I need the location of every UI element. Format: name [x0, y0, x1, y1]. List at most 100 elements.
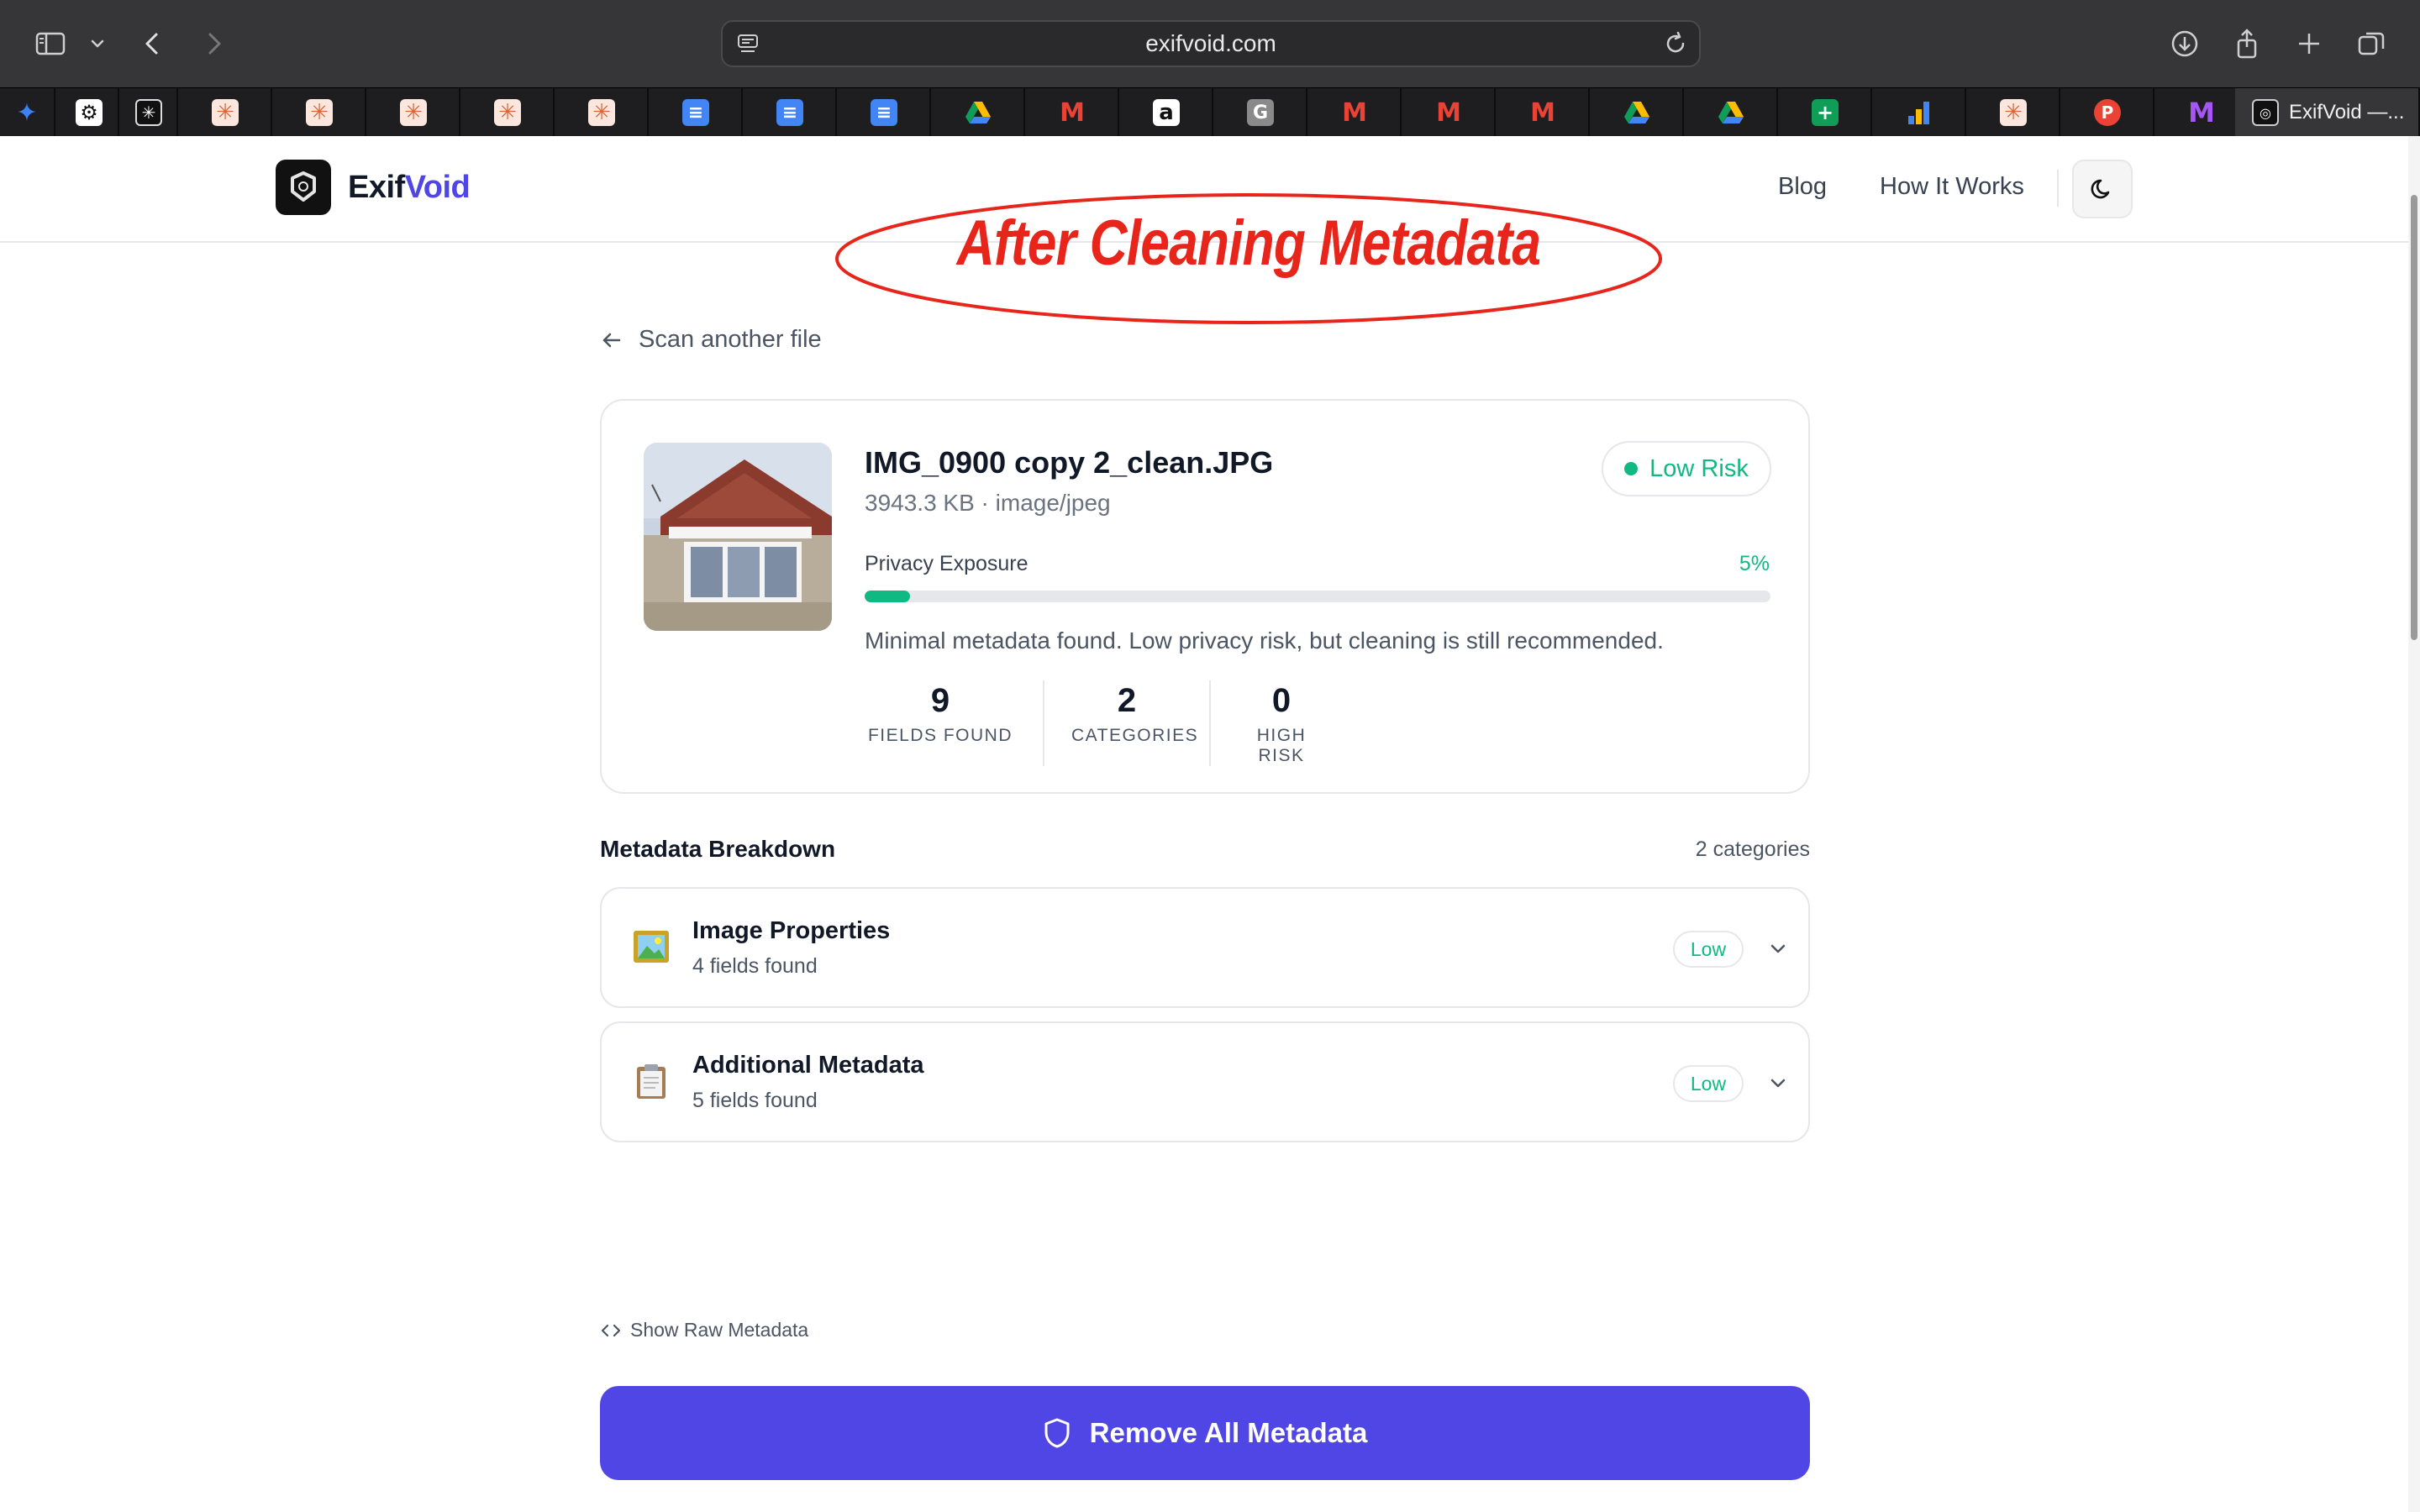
gmail-icon: M: [1060, 97, 1085, 128]
chevron-down-icon[interactable]: [1765, 1070, 1791, 1097]
active-tab-title: ExifVoid —...: [2289, 101, 2405, 123]
drive-icon: [1623, 99, 1650, 126]
tab-sheets[interactable]: +: [1780, 88, 1872, 137]
amazon-icon: a: [1153, 99, 1180, 126]
perplexity-icon: ✳: [135, 99, 162, 126]
annotation-text: After Cleaning Metadata: [956, 207, 1541, 279]
chevron-down-icon[interactable]: [1765, 936, 1791, 963]
remove-all-metadata-label: Remove All Metadata: [1089, 1417, 1368, 1448]
privacy-exposure-bar: [865, 591, 1770, 602]
scan-another-file-label: Scan another file: [639, 326, 822, 353]
chevron-down-icon[interactable]: [81, 25, 114, 62]
risk-description: Minimal metadata found. Low privacy risk…: [865, 627, 1664, 654]
theme-toggle-button[interactable]: [2072, 160, 2133, 218]
file-name: IMG_0900 copy 2_clean.JPG: [865, 445, 1274, 480]
tab-docs-1[interactable]: ≡: [650, 88, 743, 137]
tab-gmail-2[interactable]: M: [1309, 88, 1402, 137]
docs-icon: ≡: [871, 99, 897, 126]
claude-icon: ✳: [306, 99, 333, 126]
stat-label: CATEGORIES: [1071, 726, 1199, 745]
file-size-type: 3943.3 KB · image/jpeg: [865, 490, 1111, 516]
openai-icon: ⚙: [76, 99, 103, 126]
picture-icon: [634, 931, 669, 963]
tab-gmail-1[interactable]: M: [1027, 88, 1119, 137]
gmail-icon: M: [1530, 97, 1555, 128]
stat-value: 9: [930, 682, 950, 719]
status-dot-icon: [1624, 462, 1639, 475]
address-bar[interactable]: exifvoid.com: [721, 20, 1701, 67]
share-icon[interactable]: [2228, 25, 2265, 62]
privacy-exposure-percent: 5%: [1739, 552, 1770, 575]
tab-producthunt[interactable]: P: [2062, 88, 2154, 137]
tab-drive-2[interactable]: [1591, 88, 1684, 137]
tab-claude-6[interactable]: ✳: [1968, 88, 2060, 137]
code-icon: [601, 1324, 621, 1336]
claude-icon: ✳: [212, 99, 239, 126]
category-risk-badge: Low: [1673, 1065, 1744, 1102]
tab-strip: ✦ ⚙ ✳ ✳ ✳ ✳ ✳ ✳ ≡ ≡ ≡ M a G M M M + ✳ P …: [0, 87, 2420, 137]
show-raw-metadata-link[interactable]: Show Raw Metadata: [600, 1319, 808, 1341]
tab-exifvoid-active[interactable]: ◎ ExifVoid —...: [2235, 88, 2420, 137]
remove-all-metadata-button[interactable]: Remove All Metadata: [600, 1386, 1810, 1480]
file-thumbnail: [644, 443, 832, 631]
tab-grammarly[interactable]: G: [1215, 88, 1307, 137]
tab-openai[interactable]: ⚙: [60, 88, 119, 137]
tab-sparkle[interactable]: ✦: [0, 88, 55, 137]
tab-perplexity[interactable]: ✳: [121, 88, 178, 137]
url-text[interactable]: exifvoid.com: [723, 22, 1699, 66]
page-scrollbar[interactable]: [2408, 136, 2420, 1512]
analytics-icon: [1906, 99, 1933, 126]
tab-drive-3[interactable]: [1686, 88, 1778, 137]
metadata-breakdown-count: 2 categories: [1695, 837, 1810, 861]
downloads-icon[interactable]: [2166, 25, 2203, 62]
scrollbar-thumb[interactable]: [2411, 195, 2417, 640]
producthunt-icon: P: [2094, 99, 2121, 126]
claude-icon: ✳: [400, 99, 427, 126]
nav-how-it-works-link[interactable]: How It Works: [1880, 173, 2024, 201]
tab-analytics[interactable]: [1874, 88, 1966, 137]
docs-icon: ≡: [776, 99, 803, 126]
nav-blog-link[interactable]: Blog: [1778, 173, 1827, 201]
moon-icon: [2091, 179, 2110, 199]
drive-icon: [965, 99, 992, 126]
claude-icon: ✳: [494, 99, 521, 126]
forward-arrow-icon[interactable]: [195, 25, 232, 62]
stats-row: 9 FIELDS FOUND 2 CATEGORIES 0 HIGH RISK: [865, 680, 1352, 766]
risk-label: Low Risk: [1649, 454, 1749, 482]
gmail-icon: M: [1342, 97, 1367, 128]
monday-icon: M: [2188, 97, 2215, 129]
claude-icon: ✳: [2000, 99, 2027, 126]
tab-drive-1[interactable]: [933, 88, 1025, 137]
tab-gmail-4[interactable]: M: [1497, 88, 1590, 137]
category-image-properties[interactable]: Image Properties 4 fields found Low: [600, 887, 1810, 1008]
clipboard-icon: [637, 1064, 666, 1099]
tab-claude-4[interactable]: ✳: [462, 88, 555, 137]
exifvoid-logo-icon[interactable]: [276, 160, 331, 215]
claude-icon: ✳: [588, 99, 615, 126]
tab-gmail-3[interactable]: M: [1403, 88, 1496, 137]
scan-another-file-link[interactable]: Scan another file: [600, 326, 822, 354]
risk-badge: Low Risk: [1602, 441, 1771, 496]
drive-icon: [1718, 99, 1744, 126]
tab-claude-3[interactable]: ✳: [368, 88, 460, 137]
brand-name-part2: Void: [404, 170, 471, 205]
tab-docs-2[interactable]: ≡: [744, 88, 837, 137]
category-name: Additional Metadata: [692, 1052, 924, 1079]
arrow-left-icon: [602, 333, 621, 347]
tab-claude-2[interactable]: ✳: [274, 88, 366, 137]
new-tab-icon[interactable]: [2291, 25, 2328, 62]
privacy-exposure-label: Privacy Exposure: [865, 552, 1028, 575]
sidebar-toggle-icon[interactable]: [32, 25, 69, 62]
back-arrow-icon[interactable]: [134, 25, 171, 62]
page-content: ExifVoid Blog How It Works After Cleanin…: [0, 136, 2408, 1512]
tab-overview-icon[interactable]: [2353, 25, 2390, 62]
metadata-breakdown-title: Metadata Breakdown: [600, 836, 836, 862]
tab-amazon[interactable]: a: [1121, 88, 1213, 137]
reload-icon[interactable]: [1660, 29, 1691, 59]
tab-claude-5[interactable]: ✳: [556, 88, 649, 137]
tab-docs-3[interactable]: ≡: [839, 88, 931, 137]
category-additional-metadata[interactable]: Additional Metadata 5 fields found Low: [600, 1021, 1810, 1142]
brand-name[interactable]: ExifVoid: [348, 170, 471, 206]
tab-claude-1[interactable]: ✳: [180, 88, 272, 137]
sheets-icon: +: [1812, 99, 1839, 126]
